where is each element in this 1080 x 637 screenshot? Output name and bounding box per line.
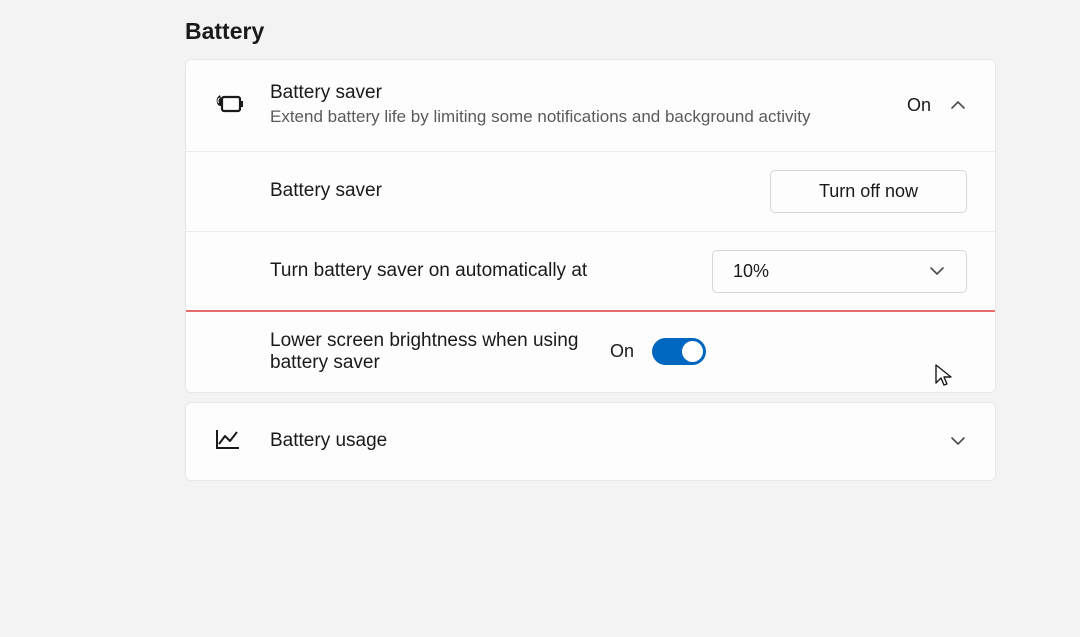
brightness-status: On	[610, 341, 634, 362]
battery-saver-icon	[214, 93, 250, 117]
battery-saver-header[interactable]: Battery saver Extend battery life by lim…	[186, 60, 995, 152]
turn-off-now-button[interactable]: Turn off now	[770, 170, 967, 213]
chevron-down-icon	[949, 432, 967, 450]
battery-usage-group: Battery usage	[185, 402, 996, 481]
battery-saver-auto-row: Turn battery saver on automatically at 1…	[186, 232, 995, 312]
battery-saver-description: Extend battery life by limiting some not…	[270, 106, 907, 129]
section-title: Battery	[185, 18, 1080, 45]
battery-saver-auto-select[interactable]: 10%	[712, 250, 967, 293]
highlight-annotation: Lower screen brightness when using batte…	[185, 310, 996, 393]
battery-saver-status: On	[907, 95, 931, 116]
brightness-label: Lower screen brightness when using batte…	[270, 330, 610, 374]
battery-saver-toggle-label: Battery saver	[270, 180, 770, 202]
chart-icon	[214, 427, 250, 456]
battery-saver-title: Battery saver	[270, 82, 907, 104]
chevron-down-icon	[928, 262, 946, 280]
battery-usage-row[interactable]: Battery usage	[186, 403, 995, 480]
battery-saver-group: Battery saver Extend battery life by lim…	[185, 59, 996, 393]
chevron-up-icon	[949, 96, 967, 114]
battery-usage-label: Battery usage	[250, 430, 949, 452]
battery-saver-toggle-row: Battery saver Turn off now	[186, 152, 995, 232]
brightness-toggle[interactable]	[652, 338, 706, 365]
battery-saver-auto-label: Turn battery saver on automatically at	[270, 260, 712, 282]
brightness-row: Lower screen brightness when using batte…	[186, 312, 995, 392]
battery-saver-auto-value: 10%	[733, 261, 769, 282]
